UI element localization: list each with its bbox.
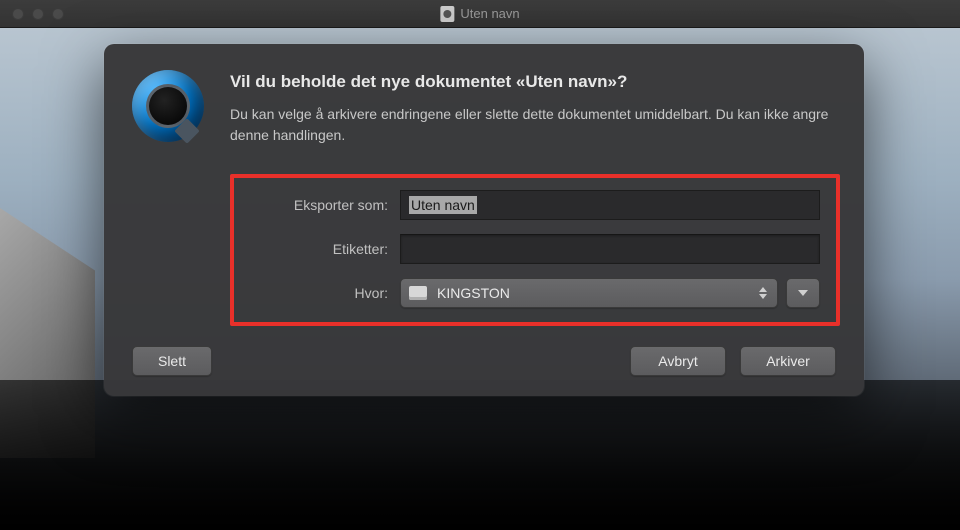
tags-input[interactable]: [400, 234, 820, 264]
save-button[interactable]: Arkiver: [740, 346, 836, 376]
app-icon-container: [128, 66, 208, 146]
dialog-description: Du kan velge å arkivere endringene eller…: [230, 104, 840, 146]
window-title-container: Uten navn: [440, 6, 519, 22]
location-label: Hvor:: [250, 285, 400, 301]
expand-location-button[interactable]: [786, 278, 820, 308]
traffic-lights: [0, 8, 64, 20]
export-as-input[interactable]: Uten navn: [400, 190, 820, 220]
titlebar: Uten navn: [0, 0, 960, 28]
zoom-window-button[interactable]: [52, 8, 64, 20]
chevron-down-icon: [798, 290, 808, 296]
select-stepper-icon: [759, 287, 767, 299]
export-as-label: Eksporter som:: [250, 197, 400, 213]
save-dialog: Vil du beholde det nye dokumentet «Uten …: [104, 44, 864, 396]
delete-button[interactable]: Slett: [132, 346, 212, 376]
tags-label: Etiketter:: [250, 241, 400, 257]
dialog-heading: Vil du beholde det nye dokumentet «Uten …: [230, 72, 840, 92]
drive-icon: [409, 286, 427, 300]
app-window: Uten navn Vil du beholde det nye dokumen…: [0, 0, 960, 530]
close-window-button[interactable]: [12, 8, 24, 20]
quicktime-icon: [132, 70, 204, 142]
document-icon: [440, 6, 454, 22]
location-select[interactable]: KINGSTON: [400, 278, 778, 308]
annotation-highlight: Eksporter som: Uten navn Etiketter: Hvor…: [230, 174, 840, 326]
cancel-button[interactable]: Avbryt: [630, 346, 726, 376]
location-value: KINGSTON: [437, 285, 510, 301]
minimize-window-button[interactable]: [32, 8, 44, 20]
content-area: Vil du beholde det nye dokumentet «Uten …: [0, 28, 960, 530]
window-title: Uten navn: [460, 6, 519, 21]
export-as-value: Uten navn: [409, 196, 477, 214]
